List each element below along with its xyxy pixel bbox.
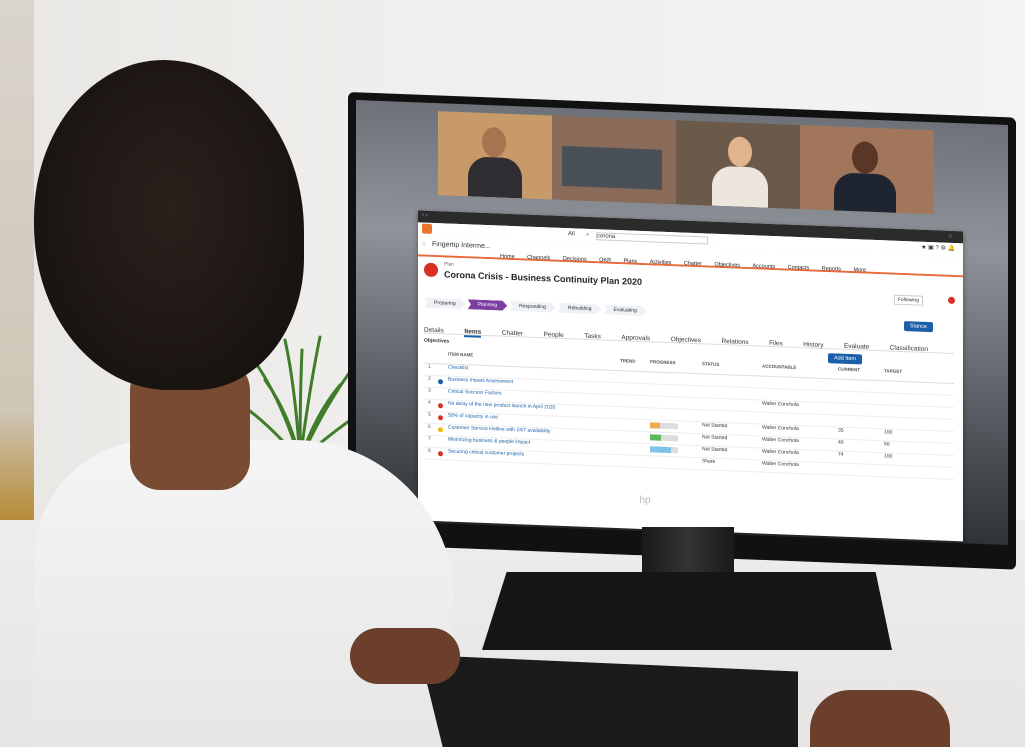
record-title: Corona Crisis - Business Continuity Plan… (444, 269, 643, 287)
path-stage-planning[interactable]: Planning (468, 299, 507, 311)
participant-face (482, 126, 506, 158)
search-icon: ⌕ (586, 231, 590, 238)
status-indicator-icon (438, 451, 443, 457)
row-number: 8 (428, 447, 431, 454)
target-value: 100 (884, 429, 893, 436)
item-name-link[interactable]: Checklist (448, 365, 468, 372)
progress-bar (650, 422, 678, 430)
target-value: 100 (884, 453, 893, 460)
accountable-value: Walter Conchola (762, 400, 799, 409)
browser-window: ‹ › ☆ All ⌕ corona ★ ▣ ? ⚙ 🔔 ⁝⁝ Fingerti… (418, 210, 963, 542)
column-header: ITEM NAME (448, 351, 474, 358)
video-tile-1 (438, 111, 552, 200)
accountable-value: Walter Conchola (762, 460, 799, 469)
tab-people[interactable]: People (544, 331, 564, 339)
item-name-link[interactable]: 50% of capacity in use (448, 413, 498, 421)
monitor-screen: ‹ › ☆ All ⌕ corona ★ ▣ ? ⚙ 🔔 ⁝⁝ Fingerti… (356, 100, 1008, 546)
column-header: ACCOUNTABLE (762, 363, 797, 370)
person-left-hand (350, 628, 460, 684)
header-icons[interactable]: ★ ▣ ? ⚙ 🔔 (921, 244, 955, 252)
app-name: Fingertip Interme... (432, 240, 491, 251)
app-logo-icon (422, 223, 432, 234)
tab-details[interactable]: Details (424, 327, 444, 335)
back-forward-icons[interactable]: ‹ › (422, 213, 428, 219)
app-launcher-icon[interactable]: ⁝⁝ (422, 241, 426, 248)
star-icon[interactable]: ☆ (948, 233, 953, 240)
column-header: TARGET (884, 368, 903, 374)
status-value: Not Started (702, 434, 728, 442)
status-indicator-icon (438, 415, 443, 421)
search-input[interactable]: corona (596, 232, 708, 245)
current-value: 35 (838, 427, 844, 434)
status-dot (948, 296, 955, 305)
tab-tasks[interactable]: Tasks (584, 333, 601, 341)
status-indicator-icon (438, 403, 443, 409)
video-tile-4 (800, 125, 934, 215)
participant-face (852, 141, 878, 175)
row-number: 7 (428, 435, 431, 442)
path-stage-preparing[interactable]: Preparing (424, 298, 466, 310)
tab-history[interactable]: History (803, 341, 823, 349)
status-value: Not Started (702, 446, 728, 454)
accountable-value: Walter Conchola (762, 448, 799, 457)
tab-relations[interactable]: Relations (722, 338, 749, 346)
record-icon (424, 262, 438, 278)
column-header: STATUS (702, 361, 720, 367)
status-indicator-icon (438, 427, 443, 433)
path-stage-evaluating[interactable]: Evaluating (603, 305, 646, 317)
tab-evaluate[interactable]: Evaluate (844, 343, 869, 351)
column-header: TREND (620, 358, 636, 364)
tab-approvals[interactable]: Approvals (621, 334, 650, 342)
video-tile-2 (552, 115, 676, 205)
progress-bar (650, 434, 678, 442)
meeting-room (562, 145, 662, 190)
status-value: Not Started (702, 422, 728, 430)
progress-fill (650, 446, 671, 454)
following-button[interactable]: Following (893, 294, 923, 306)
monitor-stand-base (482, 572, 892, 650)
tab-chatter[interactable]: Chatter (502, 330, 523, 338)
item-name-link[interactable]: Business Impact Assessment (448, 377, 513, 385)
add-item-button[interactable]: Add Item (828, 353, 863, 365)
status-indicator-icon (438, 379, 443, 385)
target-value: 50 (884, 441, 890, 448)
path-stage-responding[interactable]: Responding (509, 301, 556, 313)
tab-files[interactable]: Files (769, 340, 783, 348)
tab-objectives[interactable]: Objectives (671, 336, 701, 344)
monitor-brand-logo: hp (639, 495, 651, 506)
progress-fill (650, 434, 662, 441)
participant-body (834, 172, 896, 215)
current-value: 40 (838, 439, 844, 446)
person-right-hand (810, 690, 950, 747)
accountable-value: Walter Conchola (762, 424, 799, 433)
table-body: 1 Checklist 2 Business Impact Assessment 3 Cr… (424, 363, 954, 480)
participant-body (712, 165, 768, 208)
path-stage-rebuilding[interactable]: Rebuilding (558, 303, 602, 315)
row-number: 2 (428, 375, 431, 382)
status-value: Share (702, 458, 716, 465)
row-number: 4 (428, 399, 431, 406)
accountable-value: Walter Conchola (762, 436, 799, 445)
row-number: 1 (428, 363, 431, 370)
row-number: 3 (428, 387, 431, 394)
items-table: ITEM NAME TREND PROGRESS STATUS ACCOUNTA… (424, 350, 954, 480)
column-header: PROGRESS (650, 359, 676, 366)
progress-bar (650, 446, 678, 454)
objectives-filter[interactable]: Objectives (424, 338, 449, 345)
participant-body (468, 156, 522, 199)
record-type: Plan (444, 261, 455, 268)
tab-items[interactable]: Items (464, 328, 482, 338)
column-header: CURRENT (838, 366, 860, 373)
progress-fill (650, 422, 660, 429)
person-shirt (34, 440, 454, 747)
search-scope[interactable]: All (568, 231, 575, 237)
current-value: 74 (838, 451, 844, 458)
participant-face (728, 136, 752, 168)
row-number: 6 (428, 423, 431, 430)
row-number: 5 (428, 411, 431, 418)
item-name-link[interactable]: Critical Success Factors (448, 389, 502, 397)
stance-button[interactable]: Stance (903, 321, 933, 333)
video-tile-3 (676, 120, 800, 210)
tab-classification[interactable]: Classification (890, 345, 928, 353)
